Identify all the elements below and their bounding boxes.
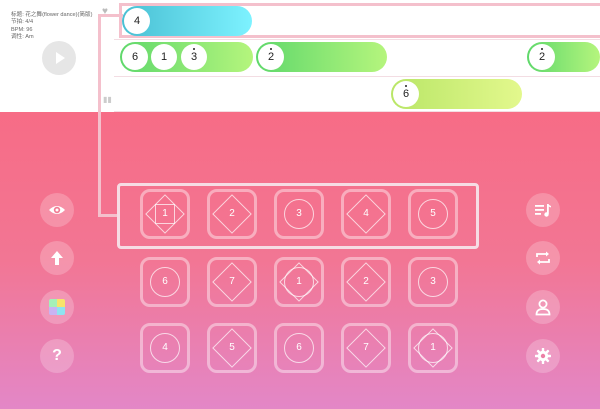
pad-key[interactable]: 3 xyxy=(274,189,324,239)
connector-line xyxy=(98,14,123,17)
pad-key-label: 6 xyxy=(162,276,168,287)
note-circle: 2 xyxy=(258,44,284,70)
timeline-panel: 标题: 花之舞(flower dance)(简版) 节拍: 4/4 BPM: 9… xyxy=(0,0,600,112)
row-divider xyxy=(114,39,600,40)
note-label: 2 xyxy=(267,51,275,63)
pad-key-label: 1 xyxy=(430,342,436,353)
pad-key-label: 6 xyxy=(296,342,302,353)
help-icon: ? xyxy=(52,347,62,364)
arrow-up-button[interactable] xyxy=(40,241,74,275)
pad-key[interactable]: 2 xyxy=(207,189,257,239)
note-label: 3 xyxy=(190,51,198,63)
note-label: 4 xyxy=(133,15,141,27)
pad-key[interactable]: 5 xyxy=(207,323,257,373)
pad-key-label: 2 xyxy=(229,208,235,219)
arrow-up-icon xyxy=(51,251,63,265)
pad-key-label: 7 xyxy=(229,276,235,287)
repeat-icon xyxy=(536,251,550,265)
pad-key-label: 1 xyxy=(296,276,302,287)
note-circle: 6 xyxy=(122,44,148,70)
pad-key[interactable]: 1 xyxy=(274,257,324,307)
pad-key[interactable]: 1 xyxy=(140,189,190,239)
eye-icon xyxy=(49,206,65,214)
pad-key-label: 7 xyxy=(363,342,369,353)
pad-key-label: 1 xyxy=(162,208,168,219)
pad-key-label: 3 xyxy=(430,276,436,287)
color-cube-icon xyxy=(49,299,65,315)
note-label: 1 xyxy=(160,51,168,63)
pad-key[interactable]: 7 xyxy=(341,323,391,373)
app-window: 标题: 花之舞(flower dance)(简版) 节拍: 4/4 BPM: 9… xyxy=(0,0,600,409)
note-bar-active[interactable]: 4 xyxy=(122,6,252,36)
pad-key-label: 4 xyxy=(162,342,168,353)
note-label: 6 xyxy=(131,51,139,63)
user-icon xyxy=(535,299,551,316)
help-button[interactable]: ? xyxy=(40,339,74,373)
play-button[interactable] xyxy=(42,41,76,75)
note-label: 2 xyxy=(538,51,546,63)
user-button[interactable] xyxy=(526,290,560,324)
pad-key[interactable]: 4 xyxy=(140,323,190,373)
note-bar[interactable]: 6 1 3 xyxy=(120,42,253,72)
song-info: 标题: 花之舞(flower dance)(简版) 节拍: 4/4 BPM: 9… xyxy=(11,12,92,42)
octave-dot xyxy=(405,85,407,87)
pad-key[interactable]: 2 xyxy=(341,257,391,307)
note-bar[interactable]: 6 xyxy=(391,79,522,109)
pad-key[interactable]: 5 xyxy=(408,189,458,239)
note-bar[interactable]: 2 xyxy=(527,42,600,72)
song-meter: 节拍: 4/4 xyxy=(11,19,34,26)
pad-key-label: 5 xyxy=(229,342,235,353)
music-list-icon xyxy=(535,204,551,217)
eye-button[interactable] xyxy=(40,193,74,227)
color-cube-button[interactable] xyxy=(40,290,74,324)
pad-key[interactable]: 3 xyxy=(408,257,458,307)
note-label: 6 xyxy=(402,88,410,100)
note-circle: 1 xyxy=(151,44,177,70)
note-circle: 2 xyxy=(529,44,555,70)
music-list-button[interactable] xyxy=(526,193,560,227)
settings-button[interactable] xyxy=(526,339,560,373)
pad-key[interactable]: 6 xyxy=(274,323,324,373)
octave-dot xyxy=(270,48,272,50)
connector-line xyxy=(98,14,101,217)
pad-key[interactable]: 6 xyxy=(140,257,190,307)
pad-key-label: 5 xyxy=(430,208,436,219)
gear-icon xyxy=(535,348,551,364)
octave-dot xyxy=(541,48,543,50)
song-key: 调性: Am xyxy=(11,34,34,41)
repeat-button[interactable] xyxy=(526,241,560,275)
octave-dot xyxy=(193,48,195,50)
note-circle: 3 xyxy=(181,44,207,70)
note-circle: 6 xyxy=(393,81,419,107)
level-icon: ▮▮ xyxy=(103,95,112,104)
pad-key[interactable]: 1 xyxy=(408,323,458,373)
row-divider xyxy=(114,76,600,77)
pad-key[interactable]: 7 xyxy=(207,257,257,307)
pad-key-label: 4 xyxy=(363,208,369,219)
note-circle: 4 xyxy=(124,8,150,34)
note-bar[interactable]: 2 xyxy=(256,42,387,72)
pad-key[interactable]: 4 xyxy=(341,189,391,239)
pad-key-label: 2 xyxy=(363,276,369,287)
pad-key-label: 3 xyxy=(296,208,302,219)
